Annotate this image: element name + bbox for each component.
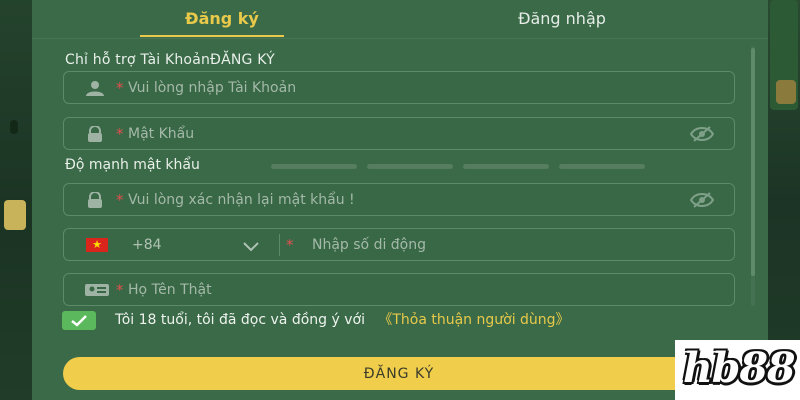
strength-segment [463,164,549,169]
tabs-divider [32,38,768,39]
phone-field[interactable]: ★ +84 * Nhập số di động [63,228,735,261]
agreement-text: Tôi 18 tuổi, tôi đã đọc và đồng ý với 《T… [115,311,715,329]
id-card-icon [84,282,109,298]
phone-placeholder: Nhập số di động [312,237,427,253]
support-note: Chỉ hỗ trợ Tài KhoảnĐĂNG KÝ [65,52,275,68]
password-strength-label: Độ mạnh mật khẩu [65,157,200,173]
agreement-label: Tôi 18 tuổi, tôi đã đọc và đồng ý với [115,312,365,328]
required-mark: * [116,79,124,97]
strength-segment [367,164,453,169]
background-left [0,0,32,400]
background-decoration [776,80,796,104]
user-icon [84,80,106,96]
confirm-password-placeholder: Vui lòng xác nhận lại mật khẩu ! [128,192,355,208]
real-name-placeholder: Họ Tên Thật [128,282,212,298]
required-mark: * [116,281,124,299]
vietnam-flag-icon: ★ [86,238,108,252]
user-agreement-link[interactable]: 《Thỏa thuận người dùng》 [378,312,569,328]
eye-off-icon[interactable] [689,126,715,142]
confirm-password-field[interactable]: * Vui lòng xác nhận lại mật khẩu ! [63,183,735,216]
required-mark: * [116,191,124,209]
strength-segment [559,164,645,169]
password-placeholder: Mật Khẩu [128,126,195,142]
tab-login[interactable]: Đăng nhập [462,6,662,32]
eye-off-icon[interactable] [689,192,715,208]
real-name-field[interactable]: * Họ Tên Thật [63,273,735,306]
country-code[interactable]: +84 [132,236,162,254]
scrollbar-thumb[interactable] [751,48,755,276]
chevron-down-icon[interactable] [242,238,260,252]
strength-segment [271,164,357,169]
agreement-checkbox[interactable] [62,311,96,330]
register-modal: Đăng ký Đăng nhập Chỉ hỗ trợ Tài KhoảnĐĂ… [32,0,768,400]
background-decoration [10,120,18,134]
lock-icon [84,191,106,208]
username-placeholder: Vui lòng nhập Tài Khoản [128,80,297,96]
username-field[interactable]: * Vui lòng nhập Tài Khoản [63,71,735,104]
hb88-logo: hb88 [675,340,800,400]
register-submit-button[interactable]: ĐĂNG KÝ [63,357,735,390]
background-decoration [4,200,26,230]
active-tab-indicator [140,35,284,37]
required-mark: * [286,236,294,254]
tab-register[interactable]: Đăng ký [142,6,302,32]
auth-tabs: Đăng ký Đăng nhập [32,0,768,40]
hb88-logo-text: hb88 [683,344,796,392]
field-divider [279,234,280,256]
required-mark: * [116,125,124,143]
password-field[interactable]: * Mật Khẩu [63,117,735,150]
lock-icon [84,125,106,142]
